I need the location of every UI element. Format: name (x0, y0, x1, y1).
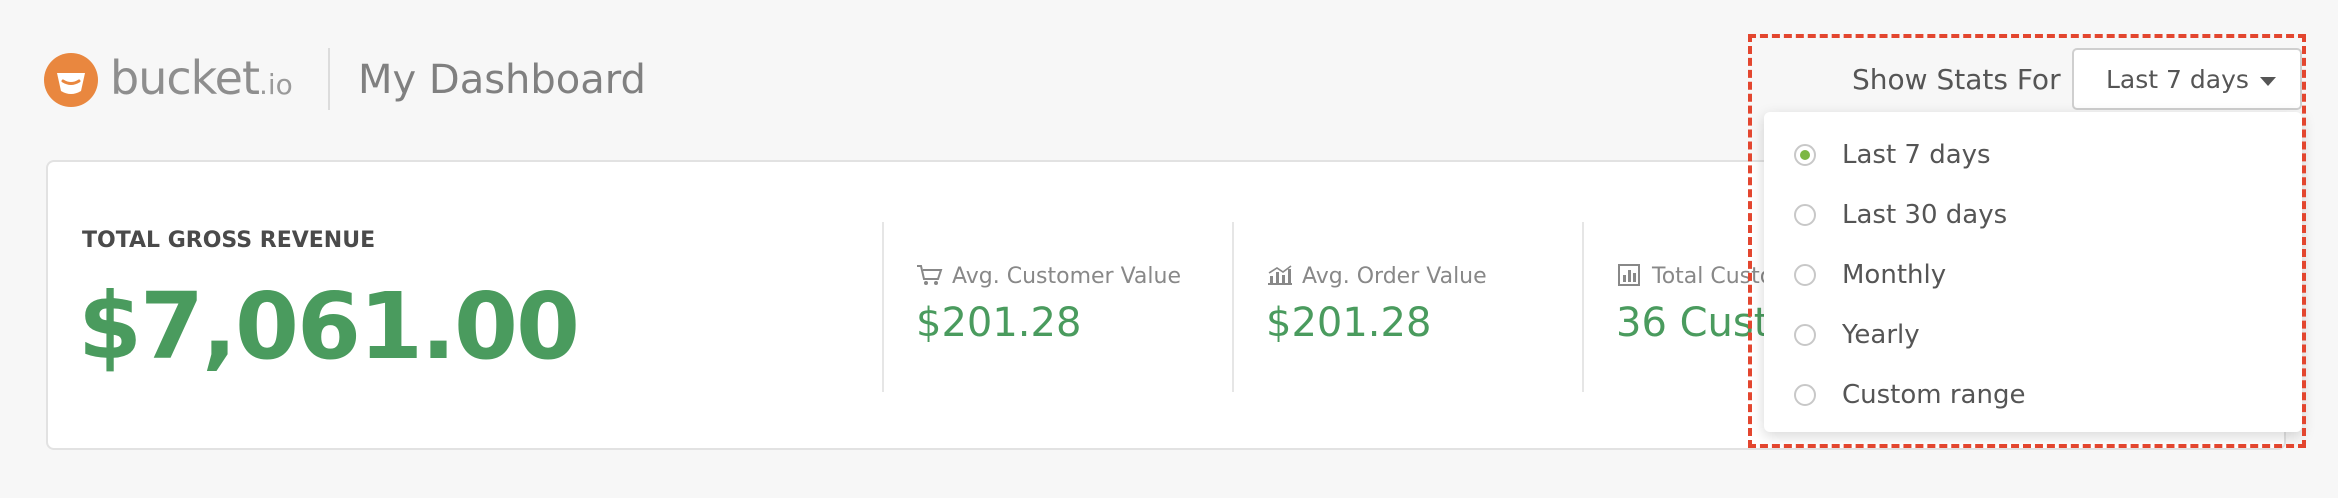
radio-unchecked-icon[interactable] (1794, 264, 1816, 286)
column-divider (882, 222, 884, 392)
metric-value-avg-order-value: $201.28 (1266, 300, 1432, 346)
chart-box-icon (1616, 264, 1644, 286)
period-select-value: Last 7 days (2106, 65, 2249, 94)
period-option-last-7-days[interactable]: Last 7 days (1764, 128, 2302, 188)
logo-wordmark[interactable]: bucket.io (110, 48, 293, 115)
header-divider (328, 48, 330, 110)
show-stats-label: Show Stats For (1852, 63, 2061, 96)
revenue-value: $7,061.00 (78, 273, 580, 380)
period-dropdown-menu: Last 7 days Last 30 days Monthly Yearly … (1764, 112, 2302, 432)
period-select[interactable]: Last 7 days (2072, 48, 2302, 110)
radio-unchecked-icon[interactable] (1794, 384, 1816, 406)
period-option-custom-range[interactable]: Custom range (1764, 368, 2302, 428)
revenue-label: TOTAL GROSS REVENUE (82, 228, 376, 253)
caret-down-icon (2260, 77, 2276, 86)
metric-label-avg-order-value: Avg. Order Value (1266, 264, 1487, 289)
metric-label-total-customers: Total Custo (1616, 264, 1773, 289)
page-title: My Dashboard (358, 57, 646, 103)
period-option-yearly[interactable]: Yearly (1764, 308, 2302, 368)
radio-unchecked-icon[interactable] (1794, 204, 1816, 226)
radio-checked-icon[interactable] (1794, 144, 1816, 166)
bucket-logo-icon[interactable] (44, 53, 98, 107)
radio-unchecked-icon[interactable] (1794, 324, 1816, 346)
period-option-last-30-days[interactable]: Last 30 days (1764, 188, 2302, 248)
cart-icon (916, 264, 944, 286)
bar-chart-icon (1266, 264, 1294, 286)
period-option-monthly[interactable]: Monthly (1764, 248, 2302, 308)
column-divider (1582, 222, 1584, 392)
metric-label-avg-customer-value: Avg. Customer Value (916, 264, 1181, 289)
metric-value-avg-customer-value: $201.28 (916, 300, 1082, 346)
column-divider (1232, 222, 1234, 392)
